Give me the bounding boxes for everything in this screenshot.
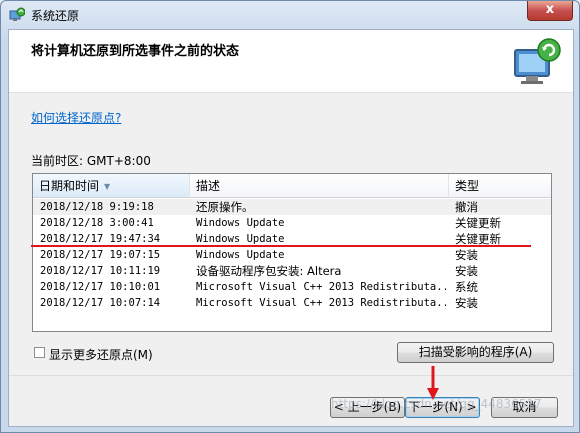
footer-divider (9, 375, 573, 376)
table-row[interactable]: 2018/12/17 19:07:15 Windows Update 安装 (33, 247, 551, 263)
table-header: 日期和时间 ▼ 描述 类型 (33, 174, 551, 198)
table-row[interactable]: 2018/12/18 3:00:41 Windows Update 关键更新 (33, 215, 551, 231)
page-title: 将计算机还原到所选事件之前的状态 (31, 44, 240, 59)
row-type: 安装 (455, 248, 478, 262)
row-type: 撤消 (455, 200, 478, 214)
annotation-arrow-icon (427, 366, 439, 400)
scan-affected-programs-button[interactable]: 扫描受影响的程序(A) (397, 342, 554, 363)
restore-points-table[interactable]: 日期和时间 ▼ 描述 类型 2018/12/18 9:19:18 还原操作。 撤… (32, 173, 552, 332)
show-more-checkbox[interactable] (34, 347, 45, 358)
table-row[interactable]: 2018/12/17 10:07:14 Microsoft Visual C++… (33, 295, 551, 311)
row-date: 2018/12/17 19:07:15 (40, 249, 161, 261)
system-restore-window: 系统还原 x 将计算机还原到所选事件之前的状态 如何选择还原点? 当前时区: G… (0, 0, 580, 433)
column-description-label: 描述 (196, 179, 221, 193)
row-type: 安装 (455, 296, 478, 310)
help-choose-restore-point-link[interactable]: 如何选择还原点? (31, 109, 121, 126)
table-row[interactable]: 2018/12/17 10:10:01 Microsoft Visual C++… (33, 279, 551, 295)
table-row[interactable]: 2018/12/17 10:11:19 设备驱动程序包安装: Altera 安装 (33, 263, 551, 279)
row-date: 2018/12/17 10:07:14 (40, 297, 161, 309)
column-type[interactable]: 类型 (449, 174, 551, 197)
row-date: 2018/12/18 9:19:18 (40, 201, 154, 213)
row-description: Windows Update (196, 249, 285, 261)
column-description[interactable]: 描述 (190, 174, 449, 197)
column-date-label: 日期和时间 (39, 179, 100, 193)
column-date[interactable]: 日期和时间 ▼ (33, 174, 190, 197)
row-date: 2018/12/18 3:00:41 (40, 217, 154, 229)
show-more-label: 显示更多还原点(M) (49, 348, 153, 362)
watermark-text: https://blog.csdn.net/qq_44836517 (331, 397, 542, 411)
row-date: 2018/12/17 10:10:01 (40, 281, 161, 293)
dialog-body: 将计算机还原到所选事件之前的状态 如何选择还原点? 当前时区: GMT+8:00… (8, 29, 574, 427)
row-description: Windows Update (196, 217, 285, 229)
sort-arrow-icon: ▼ (104, 182, 111, 191)
close-button[interactable]: x (527, 1, 573, 21)
row-description: 还原操作。 (196, 200, 254, 214)
row-date: 2018/12/17 10:11:19 (40, 265, 161, 277)
title-bar[interactable]: 系统还原 x (1, 1, 579, 29)
row-type: 系统 (455, 280, 478, 294)
annotation-underline (31, 245, 531, 247)
row-type: 安装 (455, 264, 478, 278)
restore-monitor-icon (514, 38, 561, 84)
table-row[interactable]: 2018/12/18 9:19:18 还原操作。 撤消 (33, 199, 551, 215)
row-description: Microsoft Visual C++ 2013 Redistributa..… (196, 297, 446, 309)
row-type: 关键更新 (455, 216, 501, 230)
dialog-header: 将计算机还原到所选事件之前的状态 (9, 30, 573, 93)
system-restore-icon (9, 7, 25, 21)
column-type-label: 类型 (455, 179, 480, 193)
window-title: 系统还原 (31, 9, 80, 23)
row-description: 设备驱动程序包安装: Altera (196, 264, 342, 278)
row-description: Microsoft Visual C++ 2013 Redistributa..… (196, 281, 446, 293)
current-timezone: 当前时区: GMT+8:00 (31, 154, 151, 168)
